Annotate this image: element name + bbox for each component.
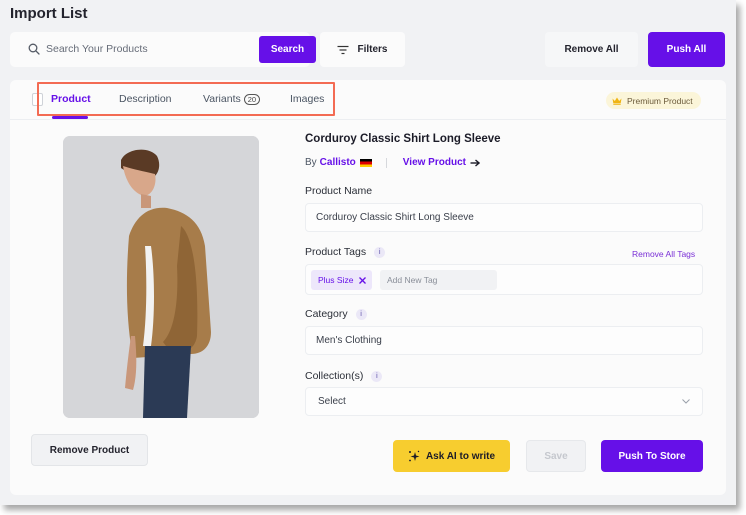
remove-all-button[interactable]: Remove All — [545, 32, 638, 67]
close-icon[interactable] — [359, 276, 367, 284]
search-button[interactable]: Search — [259, 36, 316, 63]
tab-label: Variants — [203, 93, 241, 105]
variants-count-badge: 20 — [243, 93, 261, 105]
tab-variants[interactable]: Variants 20 — [203, 93, 261, 105]
view-product-link[interactable]: View Product — [403, 157, 480, 168]
search-icon — [28, 43, 40, 55]
page-title: Import List — [10, 5, 88, 22]
import-list-screen: Import List Search Filters Remove All Pu… — [0, 0, 736, 505]
push-to-store-button[interactable]: Push To Store — [601, 440, 703, 472]
search-input[interactable] — [46, 38, 246, 60]
push-all-button[interactable]: Push All — [648, 32, 725, 67]
product-image — [63, 136, 259, 418]
active-tab-indicator — [52, 116, 88, 119]
filters-button[interactable]: Filters — [320, 32, 405, 67]
label-text: Category — [305, 308, 348, 320]
select-product-checkbox[interactable] — [32, 93, 43, 106]
product-tags-label: Product Tags i — [305, 246, 386, 258]
info-icon[interactable]: i — [371, 370, 383, 382]
product-title: Corduroy Classic Shirt Long Sleeve — [305, 133, 501, 145]
tab-images[interactable]: Images — [290, 93, 324, 105]
product-tags-input: Plus Size — [305, 264, 703, 295]
search-box: Search — [10, 32, 316, 67]
premium-product-label: Premium Product — [627, 95, 693, 106]
product-card: Product Description Variants 20 Images Pr… — [10, 80, 726, 495]
tab-bar: Product Description Variants 20 Images Pr… — [10, 80, 726, 120]
view-product-label: View Product — [402, 157, 466, 168]
vendor-link[interactable]: Callisto — [320, 157, 356, 168]
tag-chip: Plus Size — [311, 270, 373, 290]
add-tag-input[interactable] — [380, 270, 497, 290]
filters-label: Filters — [357, 44, 388, 55]
arrow-right-icon — [470, 158, 480, 167]
collections-label: Collection(s) i — [305, 370, 383, 382]
crown-icon — [612, 97, 622, 105]
divider — [385, 157, 387, 168]
chevron-down-icon — [682, 399, 690, 404]
tab-label: Product — [51, 93, 91, 105]
tab-description[interactable]: Description — [119, 93, 172, 105]
sparkle-icon — [408, 450, 420, 462]
ask-ai-button[interactable]: Ask AI to write — [393, 440, 510, 472]
germany-flag-icon — [359, 158, 372, 167]
category-label: Category i — [305, 308, 367, 320]
tab-label: Description — [119, 93, 172, 105]
remove-product-button[interactable]: Remove Product — [31, 434, 148, 466]
tab-product[interactable]: Product — [51, 93, 91, 105]
filter-icon — [337, 45, 349, 54]
category-input[interactable]: Men's Clothing — [305, 326, 703, 355]
collections-select[interactable]: Select — [305, 387, 703, 416]
label-text: Collection(s) — [305, 370, 364, 382]
premium-product-badge: Premium Product — [606, 92, 701, 109]
ask-ai-label: Ask AI to write — [425, 450, 496, 462]
by-prefix: By — [305, 157, 317, 168]
save-button[interactable]: Save — [526, 440, 586, 472]
vendor-line: By Callisto View Product — [305, 157, 480, 168]
product-name-input[interactable]: Corduroy Classic Shirt Long Sleeve — [305, 203, 703, 232]
info-icon[interactable]: i — [374, 246, 386, 258]
label-text: Product Tags — [305, 246, 367, 258]
product-name-label: Product Name — [305, 185, 372, 197]
tag-label: Plus Size — [318, 275, 354, 285]
remove-all-tags-link[interactable]: Remove All Tags — [632, 249, 695, 259]
tab-label: Images — [290, 93, 325, 105]
info-icon[interactable]: i — [355, 308, 367, 320]
collections-value: Select — [318, 396, 346, 407]
label-text: Product Name — [305, 185, 373, 197]
